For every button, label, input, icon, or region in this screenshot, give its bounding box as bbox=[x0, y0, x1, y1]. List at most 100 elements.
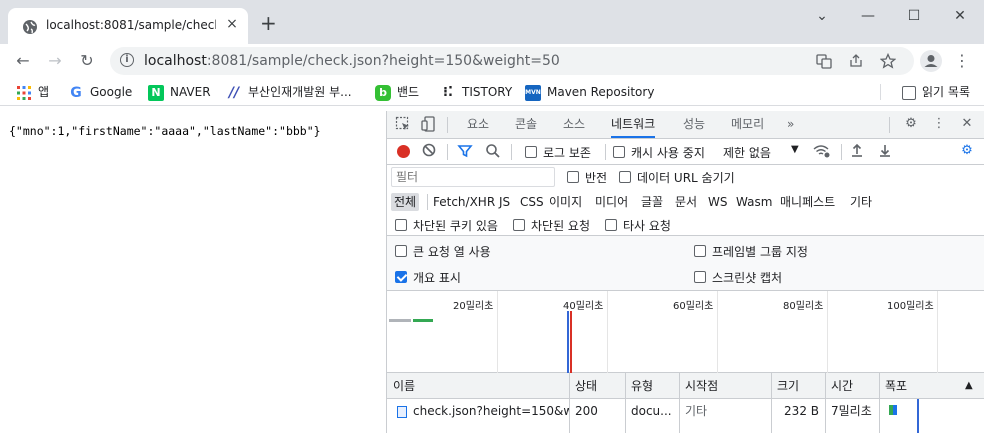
url-text[interactable]: localhost:8081/sample/check.json?height=… bbox=[144, 53, 560, 69]
hide-data-urls-checkbox[interactable] bbox=[619, 171, 631, 183]
window-close-button[interactable]: ✕ bbox=[950, 6, 970, 26]
timeline-dom-content-loaded-marker bbox=[567, 311, 569, 373]
record-icon[interactable] bbox=[397, 145, 410, 158]
invert-checkbox[interactable] bbox=[567, 171, 579, 183]
import-har-icon[interactable] bbox=[849, 143, 865, 159]
blocked-requests-checkbox[interactable] bbox=[513, 219, 525, 231]
disable-cache-label: 캐시 사용 중지 bbox=[631, 146, 705, 160]
type-filter-fetch-xhr[interactable]: Fetch/XHR bbox=[430, 193, 498, 211]
type-filter-all[interactable]: 전체 bbox=[391, 193, 420, 211]
throttling-select[interactable]: 제한 없음 bbox=[723, 144, 771, 161]
back-button[interactable]: ← bbox=[12, 50, 34, 72]
address-bar[interactable]: i localhost:8081/sample/check.json?heigh… bbox=[110, 47, 914, 75]
devtools-close-icon[interactable]: ✕ bbox=[959, 116, 975, 132]
tab-elements[interactable]: 요소 bbox=[467, 111, 489, 138]
type-filter-ws[interactable]: WS bbox=[705, 193, 730, 211]
type-filter-css[interactable]: CSS bbox=[517, 193, 547, 211]
tab-performance[interactable]: 성능 bbox=[683, 111, 705, 138]
bookmark-google[interactable]: G Google bbox=[68, 83, 132, 101]
disable-cache-checkbox[interactable] bbox=[613, 146, 625, 158]
type-filter-manifest[interactable]: 매니페스트 bbox=[777, 193, 838, 211]
group-by-frame-label: 프레임별 그룹 지정 bbox=[712, 245, 808, 259]
column-type[interactable]: 유형 bbox=[627, 373, 653, 399]
browser-menu-icon[interactable]: ⋮ bbox=[954, 50, 970, 72]
type-filter-js[interactable]: JS bbox=[496, 193, 513, 211]
reading-list-icon bbox=[902, 85, 917, 100]
inspect-element-icon[interactable] bbox=[395, 116, 411, 132]
export-har-icon[interactable] bbox=[877, 143, 893, 159]
bookmark-busan[interactable]: // 부산인재개발원 부... bbox=[226, 83, 352, 101]
network-settings-gear-icon[interactable]: ⚙ bbox=[959, 143, 975, 159]
request-table-header: 이름 상태 유형 시작점 크기 시간 폭포 ▲ bbox=[387, 373, 984, 399]
maximize-button[interactable]: ☐ bbox=[904, 6, 924, 26]
tab-console[interactable]: 콘솔 bbox=[515, 111, 537, 138]
share-icon[interactable] bbox=[848, 53, 864, 69]
clear-icon[interactable] bbox=[421, 143, 437, 159]
reload-button[interactable]: ↻ bbox=[76, 50, 98, 72]
tab-memory[interactable]: 메모리 bbox=[731, 111, 764, 138]
throttling-dropdown-icon[interactable]: ▼ bbox=[791, 144, 799, 155]
sort-ascending-icon[interactable]: ▲ bbox=[961, 373, 973, 399]
network-overview-timeline[interactable]: 20밀리초 40밀리초 60밀리초 80밀리초 100밀리초 bbox=[387, 291, 984, 373]
profile-avatar-icon[interactable] bbox=[920, 50, 942, 72]
bookmark-label: 밴드 bbox=[397, 85, 420, 99]
browser-tab[interactable]: localhost:8081/sample/check.json × bbox=[8, 8, 248, 44]
forward-button[interactable]: → bbox=[44, 50, 66, 72]
column-name[interactable]: 이름 bbox=[389, 373, 415, 399]
filter-funnel-icon[interactable] bbox=[457, 143, 473, 159]
timeline-label: 40밀리초 bbox=[563, 301, 604, 312]
third-party-label: 타사 요청 bbox=[623, 219, 671, 233]
type-filter-other[interactable]: 기타 bbox=[847, 193, 875, 211]
preserve-log-checkbox[interactable] bbox=[525, 146, 537, 158]
bookmark-band[interactable]: b 밴드 bbox=[375, 83, 419, 101]
devtools-panel: 요소 콘솔 소스 네트워크 성능 메모리 » ⚙ ⋮ ✕ 로그 보존 캐시 사용… bbox=[386, 111, 984, 433]
show-overview-checkbox[interactable] bbox=[395, 271, 407, 283]
filter-input[interactable] bbox=[391, 167, 555, 187]
tab-sources[interactable]: 소스 bbox=[563, 111, 585, 138]
tab-search-chevron-icon[interactable]: ⌄ bbox=[812, 6, 832, 26]
site-info-icon[interactable]: i bbox=[120, 53, 134, 67]
settings-gear-icon[interactable]: ⚙ bbox=[903, 116, 919, 132]
apps-grid-icon bbox=[16, 85, 32, 101]
more-tabs-button[interactable]: » bbox=[787, 111, 794, 138]
new-tab-button[interactable]: + bbox=[260, 13, 277, 33]
type-filter-media[interactable]: 미디어 bbox=[592, 193, 631, 211]
group-by-frame-checkbox[interactable] bbox=[694, 245, 706, 257]
network-toolbar: 로그 보존 캐시 사용 중지 제한 없음 ▼ ⚙ bbox=[387, 139, 984, 165]
google-icon: G bbox=[70, 84, 82, 101]
network-conditions-icon[interactable] bbox=[813, 143, 830, 159]
capture-screenshots-label: 스크린샷 캡처 bbox=[712, 271, 783, 285]
tab-network[interactable]: 네트워크 bbox=[611, 111, 656, 138]
big-request-rows-checkbox[interactable] bbox=[395, 245, 407, 257]
json-response-text: {"mno":1,"firstName":"aaaa","lastName":"… bbox=[9, 124, 321, 138]
device-toolbar-icon[interactable] bbox=[421, 116, 437, 132]
bookmark-naver[interactable]: N NAVER bbox=[148, 83, 211, 101]
bookmark-star-icon[interactable] bbox=[879, 52, 897, 69]
search-icon[interactable] bbox=[485, 143, 501, 159]
type-filter-wasm[interactable]: Wasm bbox=[733, 193, 775, 211]
request-name-cell[interactable]: check.json?height=150&w... bbox=[393, 399, 569, 423]
bookmark-tistory[interactable]: ⁝⁚ TISTORY bbox=[440, 83, 512, 101]
table-row[interactable]: check.json?height=150&w... 200 docu... 기… bbox=[387, 399, 984, 423]
tab-close-icon[interactable]: × bbox=[224, 16, 240, 32]
column-time[interactable]: 시간 bbox=[827, 373, 853, 399]
minimize-button[interactable]: — bbox=[858, 6, 878, 26]
type-filter-fonts[interactable]: 글꼴 bbox=[638, 193, 666, 211]
bookmark-maven[interactable]: MVN Maven Repository bbox=[525, 83, 654, 101]
reading-list-label: 읽기 목록 bbox=[922, 85, 970, 99]
type-filter-documents[interactable]: 문서 bbox=[672, 193, 700, 211]
bookmark-apps[interactable]: 앱 bbox=[16, 83, 49, 101]
blocked-cookies-checkbox[interactable] bbox=[395, 219, 407, 231]
translate-icon[interactable] bbox=[816, 53, 832, 69]
column-size[interactable]: 크기 bbox=[773, 373, 799, 399]
type-filter-images[interactable]: 이미지 bbox=[546, 193, 585, 211]
timeline-request-bar-waiting bbox=[389, 319, 411, 322]
column-status[interactable]: 상태 bbox=[571, 373, 597, 399]
devtools-menu-icon[interactable]: ⋮ bbox=[931, 116, 947, 132]
third-party-checkbox[interactable] bbox=[605, 219, 617, 231]
column-waterfall[interactable]: 폭포 bbox=[881, 373, 907, 399]
reading-list-button[interactable]: 읽기 목록 bbox=[902, 83, 970, 101]
column-initiator[interactable]: 시작점 bbox=[681, 373, 718, 399]
capture-screenshots-checkbox[interactable] bbox=[694, 271, 706, 283]
bookmark-label: TISTORY bbox=[462, 85, 513, 99]
